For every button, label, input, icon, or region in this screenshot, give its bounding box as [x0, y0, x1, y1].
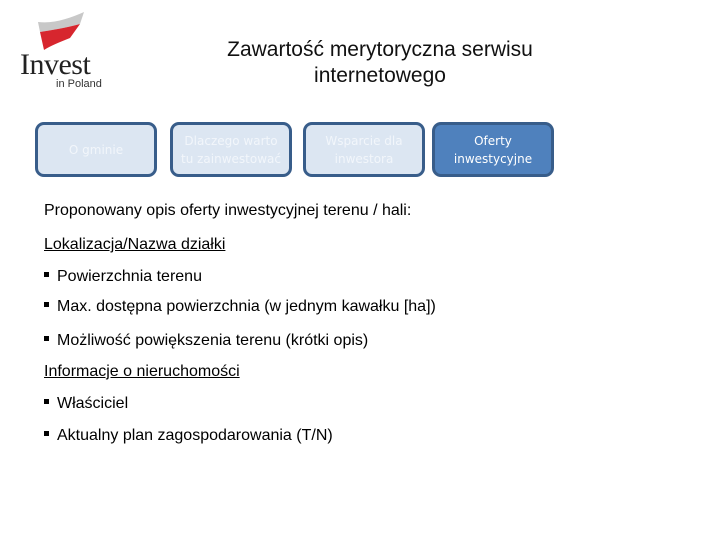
section-heading-location: Lokalizacja/Nazwa działki	[44, 236, 226, 253]
list-item: Możliwość powiększenia terenu (krótki op…	[44, 331, 368, 351]
page-title: Zawartość merytoryczna serwisu interneto…	[180, 37, 580, 89]
section-heading-property: Informacje o nieruchomości	[44, 363, 240, 380]
list-item: Właściciel	[44, 394, 128, 414]
logo-subtitle: in Poland	[56, 78, 102, 90]
nav-button-label: O gminie	[68, 142, 124, 157]
invest-in-poland-logo: Invest in Poland	[14, 12, 104, 90]
list-item: Aktualny plan zagospodarowania (T/N)	[44, 426, 333, 446]
nav-button-oferty-inwestycyjne[interactable]: Oferty inwestycyjne	[432, 122, 554, 177]
flag-swoosh-icon	[38, 12, 84, 50]
intro-text: Proponowany opis oferty inwestycyjnej te…	[44, 202, 412, 219]
logo-wordmark: Invest	[20, 48, 91, 81]
page-title-line-2: internetowego	[314, 64, 446, 87]
nav-button-label: Wsparcie dla inwestora	[325, 133, 403, 166]
nav-button-label: Dlaczego warto tu zainwestować	[181, 133, 281, 166]
nav-button-label: Oferty inwestycyjne	[453, 133, 533, 166]
nav-button-wsparcie[interactable]: Wsparcie dla inwestora	[303, 122, 425, 177]
list-item: Max. dostępna powierzchnia (w jednym kaw…	[44, 297, 436, 317]
nav-button-dlaczego-warto[interactable]: Dlaczego warto tu zainwestować	[170, 122, 292, 177]
list-item: Powierzchnia terenu	[44, 267, 202, 287]
nav-button-o-gminie[interactable]: O gminie	[35, 122, 157, 177]
page-title-line-1: Zawartość merytoryczna serwisu	[227, 38, 533, 61]
